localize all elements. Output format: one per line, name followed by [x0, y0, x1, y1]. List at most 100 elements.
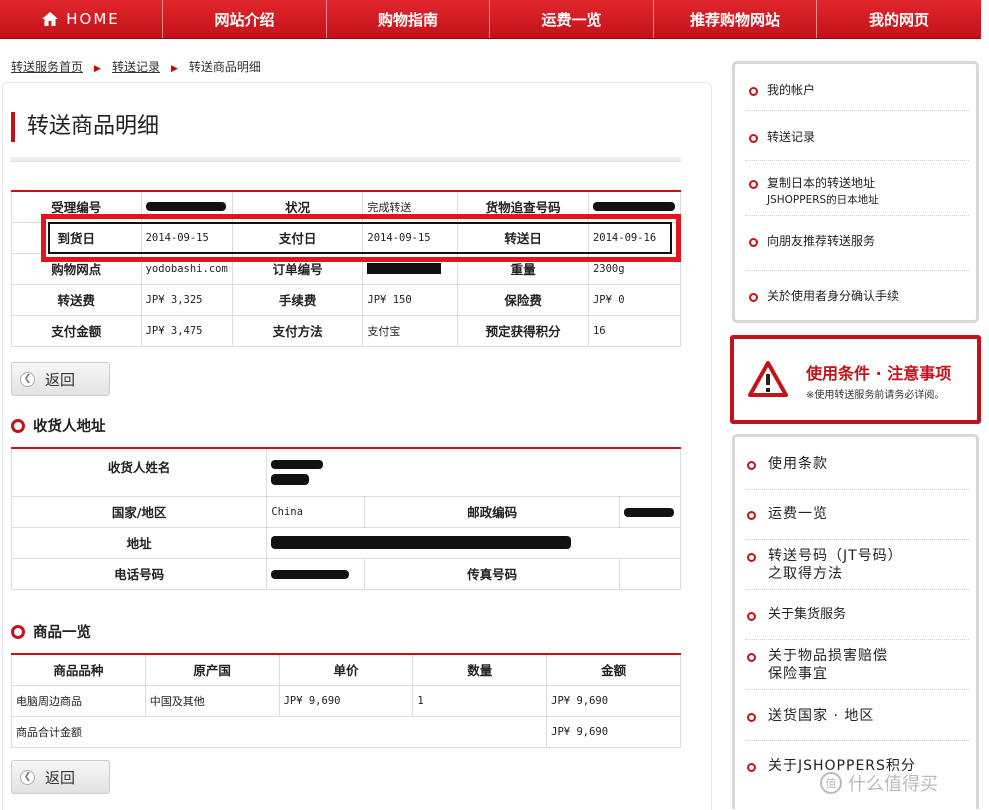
- phone-label: 电话号码: [10, 557, 268, 590]
- total-label: 支付金额: [11, 314, 142, 347]
- table-row: 支付金额 JP¥ 3,475 支付方法 支付宝 预定获得积分 16: [11, 314, 682, 347]
- divider: [745, 160, 969, 161]
- country-label: 国家/地区: [10, 495, 268, 528]
- handling-value: JP¥ 150: [362, 283, 459, 316]
- table-row: 转送费 JP¥ 3,325 手续费 JP¥ 150 保险费 JP¥ 0: [11, 283, 682, 316]
- sidebar-item-label: 关于集货服务: [768, 607, 847, 622]
- sidebar-item-records[interactable]: 转送记录: [749, 129, 815, 145]
- redaction-mark: [271, 569, 350, 579]
- sidebar-item-countries[interactable]: 送货国家 · 地区: [747, 707, 874, 725]
- redaction-mark: [592, 202, 675, 212]
- sidebar-item-label: 转送记录: [767, 130, 816, 144]
- table-row: 到货日 2014-09-15 支付日 2014-09-15 转送日 2014-0…: [11, 221, 682, 254]
- sidebar-item-label: 使用条款: [768, 456, 828, 472]
- sidebar-item-refer-friend[interactable]: 向朋友推荐转送服务: [749, 233, 875, 249]
- goods-table: 商品品种 原产国 单价 数量 金额 电脑周边商品 中国及其他 JP¥ 9,690…: [10, 653, 681, 748]
- payment-date-label: 支付日: [231, 221, 364, 254]
- table-header-row: 商品品种 原产国 单价 数量 金额: [11, 653, 681, 686]
- sidebar-item-line: 之取得方法: [768, 566, 843, 582]
- bullet-icon: [747, 713, 756, 722]
- sidebar-item-label: 送货国家 · 地区: [768, 708, 875, 724]
- column-header: 单价: [278, 653, 414, 686]
- sidebar-item-my-account[interactable]: 我的帐户: [749, 82, 815, 98]
- table-row: 电话号码 传真号码: [10, 557, 682, 590]
- sidebar-item-label: 向朋友推荐转送服务: [767, 234, 876, 248]
- zip-label: 邮政编码: [364, 495, 620, 528]
- total-value: JP¥ 3,475: [140, 314, 233, 347]
- sidebar-item-label: 转送号码（JT号码） 之取得方法: [768, 547, 903, 583]
- divider: [745, 489, 969, 490]
- redaction-mark: [271, 459, 324, 469]
- sidebar-item-consolidation[interactable]: 关于集货服务: [747, 606, 846, 624]
- nav-mypage[interactable]: 我的网页: [817, 0, 981, 38]
- goods-heading: 商品一览: [11, 621, 91, 642]
- fax-label: 传真号码: [364, 557, 620, 590]
- redaction-mark: [271, 536, 572, 550]
- column-header: 金额: [546, 653, 681, 686]
- bullet-icon: [747, 511, 756, 520]
- redaction-mark: [271, 474, 310, 485]
- bullet-icon: [747, 553, 756, 562]
- top-nav: HOME 网站介绍 购物指南 运费一览 推荐购物网站 我的网页: [0, 0, 981, 39]
- consignee-heading-label: 收货人地址: [33, 419, 106, 435]
- ship-fee-value: JP¥ 3,325: [140, 283, 233, 316]
- redaction-mark: [623, 507, 674, 517]
- goods-amount: JP¥ 9,690: [546, 684, 681, 717]
- divider: [745, 589, 969, 590]
- bullet-icon: [749, 238, 758, 247]
- sidebar-item-copy-address[interactable]: 复制日本的转送地址 JSHOPPERS的日本地址: [749, 175, 879, 208]
- nav-guide[interactable]: 购物指南: [327, 0, 490, 38]
- nav-home[interactable]: HOME: [0, 0, 163, 38]
- payment-date-value: 2014-09-15: [362, 221, 459, 254]
- insurance-value: JP¥ 0: [587, 283, 682, 316]
- redaction-mark: [145, 202, 226, 212]
- sidebar-item-fees[interactable]: 运费一览: [747, 505, 828, 523]
- goods-origin: 中国及其他: [144, 684, 280, 717]
- nav-home-label: HOME: [66, 10, 120, 28]
- bullet-icon: [747, 653, 756, 662]
- ship-date-label: 转送日: [457, 221, 589, 254]
- watermark: 值 什么值得买: [820, 770, 938, 796]
- ship-fee-label: 转送费: [11, 283, 142, 316]
- ring-bullet-icon: [11, 418, 25, 433]
- sidebar-item-line: 转送号码（JT号码）: [768, 548, 903, 564]
- nav-recommended[interactable]: 推荐购物网站: [654, 0, 817, 38]
- status-label: 状况: [231, 190, 364, 223]
- weight-label: 重量: [457, 252, 589, 285]
- back-button[interactable]: ❮ 返回: [11, 362, 110, 396]
- divider: [745, 110, 969, 111]
- order-no-label: 订单编号: [231, 252, 364, 285]
- back-button[interactable]: ❮ 返回: [11, 760, 110, 794]
- chevron-right-icon: ▶: [170, 64, 178, 74]
- method-value: 支付宝: [362, 314, 459, 347]
- bullet-icon: [747, 763, 756, 772]
- handling-label: 手续费: [231, 283, 364, 316]
- arrival-label: 到货日: [11, 221, 142, 254]
- sidebar-item-jt-number[interactable]: 转送号码（JT号码） 之取得方法: [747, 547, 903, 583]
- warning-icon: [748, 361, 788, 397]
- name-value: [266, 447, 681, 497]
- arrival-value: 2014-09-15: [140, 221, 233, 254]
- divider: [745, 270, 969, 271]
- breadcrumb-home[interactable]: 转送服务首页: [11, 60, 83, 74]
- divider: [745, 215, 969, 216]
- notice-title: 使用条件 · 注意事项: [806, 364, 952, 383]
- sidebar-item-label: 关于物品损害赔偿 保险事宜: [768, 647, 888, 683]
- nav-fees[interactable]: 运费一览: [490, 0, 654, 38]
- breadcrumb-records[interactable]: 转送记录: [112, 60, 160, 74]
- table-row: 电脑周边商品 中国及其他 JP¥ 9,690 1 JP¥ 9,690: [11, 684, 681, 717]
- chevron-right-icon: ▶: [94, 64, 101, 74]
- phone-value: [266, 557, 366, 590]
- shop-value: yodobashi.com: [140, 252, 233, 285]
- goods-quantity: 1: [412, 684, 548, 717]
- goods-heading-label: 商品一览: [33, 625, 91, 641]
- sidebar-item-identity-check[interactable]: 关於使用者身分确认手续: [749, 288, 899, 304]
- sidebar-item-line: 保险事宜: [768, 666, 828, 682]
- consignee-heading: 收货人地址: [11, 415, 106, 436]
- nav-about[interactable]: 网站介绍: [163, 0, 327, 38]
- sidebar-item-terms[interactable]: 使用条款: [747, 455, 828, 473]
- sidebar-item-damage-insurance[interactable]: 关于物品损害赔偿 保险事宜: [747, 647, 888, 683]
- sidebar-item-line: 关于物品损害赔偿: [768, 648, 888, 664]
- back-arrow-icon: ❮: [20, 371, 35, 387]
- detail-table: 受理编号 状况 完成转送 货物追查号码 到货日 2014-09-15 支付日 2…: [11, 190, 682, 347]
